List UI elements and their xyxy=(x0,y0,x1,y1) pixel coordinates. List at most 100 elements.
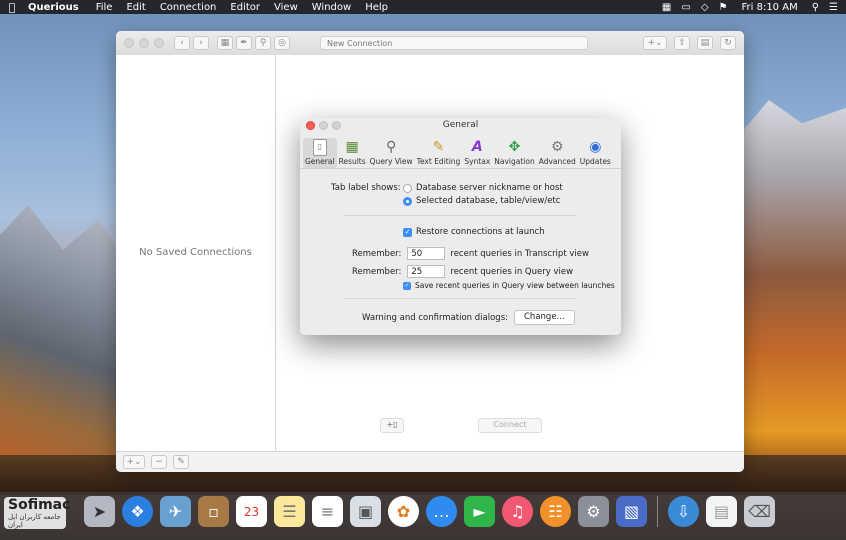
facetime-icon[interactable]: ► xyxy=(464,496,495,527)
photos-icon[interactable]: ✿ xyxy=(388,496,419,527)
wallpaper-mountain-right xyxy=(736,100,846,490)
radio-nickname[interactable] xyxy=(403,183,412,193)
music-icon[interactable]: ♫ xyxy=(502,496,533,527)
dock: ➤ ❖ ✈ ▫ 23 ☰ ≡ ▣ ✿ … ► ♫ ☷ ⚙ ▧ ⇩ ▤ ⌫ xyxy=(0,492,846,540)
contacts-icon[interactable]: ▫ xyxy=(198,496,229,527)
mail-icon[interactable]: ✈ xyxy=(160,496,191,527)
refresh-button[interactable]: ↻ xyxy=(720,36,736,50)
grid-icon: ▦ xyxy=(220,38,230,48)
tab-updates[interactable]: ◉ Updates xyxy=(578,138,613,168)
tab-text-editing[interactable]: ✎ Text Editing xyxy=(415,138,463,168)
switch-icon: ▯ xyxy=(310,138,330,156)
inspect-button[interactable]: ⚲ xyxy=(255,36,271,50)
menu-view[interactable]: View xyxy=(267,2,305,13)
add-connection-button[interactable]: +⌄ xyxy=(123,455,145,469)
reminders-icon[interactable]: ≡ xyxy=(312,496,343,527)
tab-results[interactable]: ▦ Results xyxy=(337,138,368,168)
back-button[interactable]: ‹ xyxy=(174,36,190,50)
preview-icon[interactable]: ▣ xyxy=(350,496,381,527)
close-button[interactable] xyxy=(124,38,134,48)
connection-title-field[interactable]: New Connection xyxy=(320,36,588,50)
warning-label: Warning and confirmation dialogs: xyxy=(362,312,508,323)
globe-icon: ◎ xyxy=(278,38,286,48)
messages-icon[interactable]: … xyxy=(426,496,457,527)
option-nickname-row[interactable]: Database server nickname or host xyxy=(403,183,563,193)
save-recent-row[interactable]: ✓ Save recent queries in Query view betw… xyxy=(403,281,615,290)
calendar-icon[interactable]: 23 xyxy=(236,496,267,527)
broadcast-icon: ◉ xyxy=(589,139,602,155)
prefs-minimize-button[interactable] xyxy=(319,121,328,130)
warning-row: Warning and confirmation dialogs: Change… xyxy=(362,310,575,325)
remove-connection-button[interactable]: − xyxy=(151,455,167,469)
add-menu-button[interactable]: +⌄ xyxy=(643,36,667,50)
transcript-text: recent queries in Transcript view xyxy=(450,248,589,259)
window-toolbar: ‹ › ▦ ✒ ⚲ ◎ New Connection +⌄ ⇧ ▤ ↻ xyxy=(116,31,744,56)
notification-icon[interactable]: ☰ xyxy=(829,2,838,13)
pencil-icon: ✎ xyxy=(432,139,445,155)
toolbar-right: +⌄ ⇧ ▤ ↻ xyxy=(640,36,736,50)
menu-editor[interactable]: Editor xyxy=(223,2,267,13)
tab-navigation[interactable]: ✥ Navigation xyxy=(492,138,536,168)
watermark-title: Sofimac xyxy=(8,497,71,513)
wifi-icon[interactable]: ◇ xyxy=(701,2,709,13)
preferences-window-controls xyxy=(306,121,341,130)
refresh-icon: ↻ xyxy=(724,38,732,48)
menu-clock[interactable]: Fri 8:10 AM xyxy=(738,2,802,13)
system-preferences-icon[interactable]: ⚙ xyxy=(578,496,609,527)
wrench-icon: ✒ xyxy=(240,38,248,48)
downloads-icon[interactable]: ⇩ xyxy=(668,496,699,527)
menu-help[interactable]: Help xyxy=(358,2,395,13)
globe-button[interactable]: ◎ xyxy=(274,36,290,50)
notes-icon[interactable]: ☰ xyxy=(274,496,305,527)
apple-icon[interactable]:  xyxy=(0,1,24,14)
tools-button[interactable]: ✒ xyxy=(236,36,252,50)
restore-row[interactable]: ✓ Restore connections at launch xyxy=(403,227,545,237)
minimize-button[interactable] xyxy=(139,38,149,48)
arrows-icon: ✥ xyxy=(508,139,521,155)
save-recent-checkbox[interactable]: ✓ xyxy=(403,281,411,290)
query-count-field[interactable]: 25 xyxy=(407,265,446,278)
add-bookmark-button[interactable]: +▯ xyxy=(380,418,404,433)
display-icon[interactable]: ▭ xyxy=(681,2,690,13)
zoom-button[interactable] xyxy=(154,38,164,48)
search-icon[interactable]: ⚲ xyxy=(812,2,819,13)
flag-icon[interactable]: ⚑ xyxy=(719,2,728,13)
safari-icon[interactable]: ❖ xyxy=(122,496,153,527)
query-text: recent queries in Query view xyxy=(450,266,574,277)
menu-edit[interactable]: Edit xyxy=(119,2,152,13)
tab-syntax[interactable]: A Syntax xyxy=(462,138,492,168)
menu-window[interactable]: Window xyxy=(305,2,358,13)
forward-button[interactable]: › xyxy=(193,36,209,50)
radio-selected-db[interactable] xyxy=(403,196,412,206)
tab-navigation-label: Navigation xyxy=(494,157,535,166)
tab-syntax-label: Syntax xyxy=(464,157,491,166)
trash-icon[interactable]: ⌫ xyxy=(744,496,775,527)
launchpad-icon[interactable]: ➤ xyxy=(84,496,115,527)
preferences-window: General ▯ General ▦ Results ⚲ Query View… xyxy=(300,118,621,335)
grid-button[interactable]: ▦ xyxy=(217,36,233,50)
menu-file[interactable]: File xyxy=(89,2,120,13)
prefs-zoom-button[interactable] xyxy=(332,121,341,130)
edit-connection-button[interactable]: ✎ xyxy=(173,455,189,469)
books-icon[interactable]: ☷ xyxy=(540,496,571,527)
option-selected-db-row[interactable]: Selected database, table/view/etc xyxy=(403,196,560,206)
tab-label-row: Tab label shows: xyxy=(331,183,401,193)
document-button[interactable]: ▤ xyxy=(697,36,713,50)
transcript-count-field[interactable]: 50 xyxy=(407,247,446,260)
tab-updates-label: Updates xyxy=(579,157,611,166)
menu-connection[interactable]: Connection xyxy=(153,2,224,13)
preferences-toolbar: ▯ General ▦ Results ⚲ Query View ✎ Text … xyxy=(300,132,621,169)
share-button[interactable]: ⇧ xyxy=(674,36,690,50)
tab-general[interactable]: ▯ General xyxy=(303,138,337,168)
prefs-close-button[interactable] xyxy=(306,121,315,130)
menu-app-name[interactable]: Querious xyxy=(24,2,89,13)
document-icon: ▤ xyxy=(700,38,710,48)
control-icon[interactable]: ▦ xyxy=(662,2,671,13)
restore-checkbox[interactable]: ✓ xyxy=(403,227,412,237)
querious-icon[interactable]: ▧ xyxy=(616,496,647,527)
document-icon[interactable]: ▤ xyxy=(706,496,737,527)
connect-button[interactable]: Connect xyxy=(478,418,542,433)
tab-advanced[interactable]: ⚙ Advanced xyxy=(537,138,578,168)
tab-query-view[interactable]: ⚲ Query View xyxy=(368,138,415,168)
change-button[interactable]: Change... xyxy=(514,310,575,325)
